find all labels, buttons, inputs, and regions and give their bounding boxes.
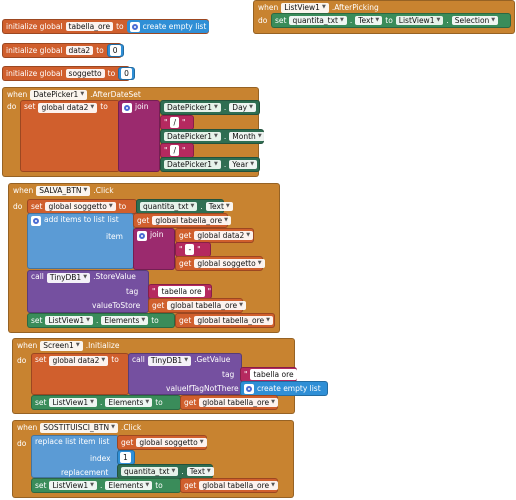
gear-icon <box>122 103 132 113</box>
add-items-block[interactable]: add items to list list <box>27 213 134 269</box>
tag-text[interactable]: " tabella ore " <box>148 284 212 299</box>
quantita-text-getter-2[interactable]: quantita_txt ▼. Text ▼ <box>117 464 214 479</box>
tag-text-2[interactable]: " tabella ore " <box>240 367 303 382</box>
set-data2-block[interactable]: set global data2 ▼ to <box>20 100 120 172</box>
set-text-block[interactable]: set quantita_txt ▼ . Text ▼ to ListView1 ▼ … <box>271 13 511 28</box>
get-tabella-3[interactable]: get global tabella_ore ▼ <box>175 313 275 328</box>
slash-text-1[interactable]: " / " <box>160 115 194 130</box>
get-tabella-2[interactable]: get global tabella_ore ▼ <box>148 298 246 313</box>
join-block[interactable]: join <box>118 100 160 172</box>
do-label: do <box>258 16 268 25</box>
gear-icon <box>137 231 147 241</box>
set-elements-2[interactable]: set ListView1 ▼. Elements ▼ to <box>31 395 181 410</box>
get-soggetto-2[interactable]: get global soggetto ▼ <box>117 435 207 450</box>
set-soggetto-block[interactable]: set global soggetto ▼ to <box>27 199 137 214</box>
gear-icon <box>31 216 41 226</box>
init-data2[interactable]: initialize global data2 to 0 <box>2 43 124 58</box>
event-label: .AfterPicking <box>331 3 379 12</box>
index-number[interactable]: 1 <box>117 450 135 465</box>
slash-text-2[interactable]: " / " <box>160 143 194 158</box>
when-label: when <box>258 3 279 12</box>
component-dropdown[interactable]: ListView1 ▼ <box>281 3 329 13</box>
set-data2-init[interactable]: set global data2 ▼ to <box>31 353 129 395</box>
init-tabella[interactable]: initialize global tabella_ore to create … <box>2 19 210 34</box>
get-tabella-1[interactable]: get global tabella_ore ▼ <box>133 213 231 228</box>
datepicker-month[interactable]: DatePicker1 ▼. Month ▼ <box>160 129 265 144</box>
init-soggetto[interactable]: initialize global soggetto to 0 <box>2 66 135 81</box>
get-tabella-4[interactable]: get global tabella_ore ▼ <box>180 395 278 410</box>
datepicker-year[interactable]: DatePicker1 ▼. Year ▼ <box>160 157 260 172</box>
get-tabella-5[interactable]: get global tabella_ore ▼ <box>180 478 278 493</box>
quantita-text-getter[interactable]: quantita_txt ▼. Text ▼ <box>136 199 233 214</box>
create-empty-list-2[interactable]: create empty list <box>240 381 328 396</box>
join-block-2[interactable]: join <box>133 228 175 270</box>
set-elements-1[interactable]: set ListView1 ▼. Elements ▼ to <box>27 313 175 328</box>
item-label: item <box>106 232 123 241</box>
gear-icon <box>129 21 140 32</box>
get-soggetto[interactable]: get global soggetto ▼ <box>175 256 265 271</box>
set-elements-3[interactable]: set ListView1 ▼. Elements ▼ to <box>31 478 181 493</box>
dash-text[interactable]: " - " <box>175 242 211 257</box>
datepicker-day[interactable]: DatePicker1 ▼. Day ▼ <box>160 100 260 115</box>
gear-icon <box>244 383 254 394</box>
get-data2[interactable]: get global data2 ▼ <box>175 228 254 243</box>
